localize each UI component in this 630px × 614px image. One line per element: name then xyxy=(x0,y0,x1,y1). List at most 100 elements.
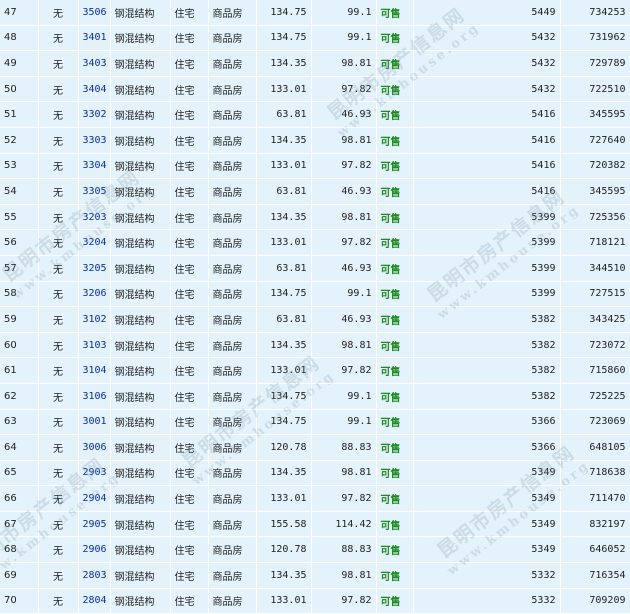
total-price-cell: 720382 xyxy=(560,153,630,180)
unit-price-cell: 5332 xyxy=(413,562,561,589)
room-number-cell[interactable]: 3103 xyxy=(78,332,111,359)
usage-cell: 住宅 xyxy=(170,255,209,282)
unit-price-cell: 5382 xyxy=(413,332,561,359)
unit-price-cell: 5382 xyxy=(413,383,561,410)
room-number-cell[interactable]: 2904 xyxy=(78,485,111,512)
usage-cell: 住宅 xyxy=(170,229,209,256)
room-number-cell[interactable]: 3302 xyxy=(78,101,111,128)
room-number-link[interactable]: 3305 xyxy=(83,186,107,197)
sale-status-badge: 可售 xyxy=(376,127,414,154)
property-type-cell: 商品房 xyxy=(208,511,257,538)
room-number-link[interactable]: 3205 xyxy=(83,263,107,274)
room-number-cell[interactable]: 3403 xyxy=(78,50,111,77)
mortgage-flag: 无 xyxy=(38,485,79,512)
room-number-cell[interactable]: 3404 xyxy=(78,76,111,103)
room-number-cell[interactable]: 3106 xyxy=(78,383,111,410)
room-number-link[interactable]: 2903 xyxy=(83,467,107,478)
room-number-cell[interactable]: 2905 xyxy=(78,511,111,538)
table-row: 63 无 3001 钢混结构 住宅 商品房 134.75 99.1 可售 5366 723069 xyxy=(0,409,630,436)
table-row: 68 无 2906 钢混结构 住宅 商品房 120.78 88.83 可售 5349 646052 xyxy=(0,536,630,564)
sale-status-badge: 可售 xyxy=(376,332,414,359)
room-number-cell[interactable]: 3102 xyxy=(78,306,111,333)
room-number-link[interactable]: 3001 xyxy=(83,416,107,427)
structure-cell: 钢混结构 xyxy=(110,0,171,26)
room-number-cell[interactable]: 2803 xyxy=(78,562,111,589)
room-number-cell[interactable]: 3104 xyxy=(78,357,111,384)
room-number-cell[interactable]: 3506 xyxy=(78,0,111,26)
room-number-cell[interactable]: 3203 xyxy=(78,204,111,231)
total-price-cell: 723069 xyxy=(560,409,630,436)
row-number: 68 xyxy=(0,536,39,564)
mortgage-flag: 无 xyxy=(38,306,79,333)
floor-area-cell: 133.01 xyxy=(256,357,312,384)
property-type-cell: 商品房 xyxy=(208,204,257,231)
sale-status-badge: 可售 xyxy=(376,357,414,384)
room-number-link[interactable]: 2804 xyxy=(83,595,107,606)
room-number-cell[interactable]: 2903 xyxy=(78,460,111,487)
floor-area-cell: 133.01 xyxy=(256,153,312,180)
floor-area-cell: 63.81 xyxy=(256,306,312,333)
room-number-cell[interactable]: 2804 xyxy=(78,588,111,614)
room-number-link[interactable]: 2904 xyxy=(83,493,107,504)
usage-cell: 住宅 xyxy=(170,332,209,359)
floor-area-cell: 133.01 xyxy=(256,485,312,512)
room-number-cell[interactable]: 3304 xyxy=(78,153,111,180)
table-row: 53 无 3304 钢混结构 住宅 商品房 133.01 97.82 可售 5416 720382 xyxy=(0,153,630,180)
room-number-link[interactable]: 3506 xyxy=(83,7,107,18)
floor-area-cell: 120.78 xyxy=(256,536,312,564)
room-number-link[interactable]: 2906 xyxy=(83,544,107,555)
floor-area-cell: 133.01 xyxy=(256,76,312,103)
floor-area-cell: 134.75 xyxy=(256,0,312,26)
table-row: 59 无 3102 钢混结构 住宅 商品房 63.81 46.93 可售 5382 343425 xyxy=(0,306,630,333)
usage-cell: 住宅 xyxy=(170,101,209,128)
room-number-link[interactable]: 2905 xyxy=(83,519,107,530)
room-number-link[interactable]: 2803 xyxy=(83,570,107,581)
room-number-cell[interactable]: 2906 xyxy=(78,536,111,564)
mortgage-flag: 无 xyxy=(38,101,79,128)
structure-cell: 钢混结构 xyxy=(110,127,171,154)
inner-area-cell: 98.81 xyxy=(311,50,377,77)
room-number-link[interactable]: 3303 xyxy=(83,135,107,146)
table-row: 64 无 3006 钢混结构 住宅 商品房 120.78 88.83 可售 5366 648105 xyxy=(0,434,630,461)
room-number-link[interactable]: 3404 xyxy=(83,84,107,95)
room-number-cell[interactable]: 3305 xyxy=(78,178,111,205)
usage-cell: 住宅 xyxy=(170,0,209,26)
sale-status-badge: 可售 xyxy=(376,25,414,52)
sale-status-badge: 可售 xyxy=(376,306,414,333)
room-number-cell[interactable]: 3006 xyxy=(78,434,111,461)
row-number: 62 xyxy=(0,383,39,410)
sale-status-badge: 可售 xyxy=(376,562,414,589)
property-type-cell: 商品房 xyxy=(208,178,257,205)
sale-status-badge: 可售 xyxy=(376,101,414,128)
room-number-link[interactable]: 3203 xyxy=(83,212,107,223)
row-number: 56 xyxy=(0,229,39,256)
room-number-cell[interactable]: 3204 xyxy=(78,229,111,256)
inner-area-cell: 97.82 xyxy=(311,357,377,384)
room-number-link[interactable]: 3204 xyxy=(83,237,107,248)
room-number-link[interactable]: 3302 xyxy=(83,109,107,120)
room-number-link[interactable]: 3103 xyxy=(83,340,107,351)
room-number-link[interactable]: 3102 xyxy=(83,314,107,325)
floor-area-cell: 134.35 xyxy=(256,332,312,359)
sale-status-badge: 可售 xyxy=(376,229,414,256)
inner-area-cell: 98.81 xyxy=(311,562,377,589)
structure-cell: 钢混结构 xyxy=(110,255,171,282)
room-number-cell[interactable]: 3206 xyxy=(78,281,111,308)
room-number-link[interactable]: 3104 xyxy=(83,365,107,376)
room-number-cell[interactable]: 3205 xyxy=(78,255,111,282)
room-number-link[interactable]: 3401 xyxy=(83,32,107,43)
room-number-link[interactable]: 3403 xyxy=(83,58,107,69)
room-number-link[interactable]: 3006 xyxy=(83,442,107,453)
unit-price-cell: 5332 xyxy=(413,588,561,614)
sale-status-badge: 可售 xyxy=(376,383,414,410)
room-number-cell[interactable]: 3001 xyxy=(78,409,111,436)
room-number-link[interactable]: 3206 xyxy=(83,288,107,299)
room-number-cell[interactable]: 3401 xyxy=(78,25,111,52)
floor-area-cell: 134.35 xyxy=(256,50,312,77)
row-number: 53 xyxy=(0,153,39,180)
mortgage-flag: 无 xyxy=(38,281,79,308)
unit-price-cell: 5432 xyxy=(413,25,561,52)
room-number-cell[interactable]: 3303 xyxy=(78,127,111,154)
room-number-link[interactable]: 3106 xyxy=(83,391,107,402)
room-number-link[interactable]: 3304 xyxy=(83,160,107,171)
